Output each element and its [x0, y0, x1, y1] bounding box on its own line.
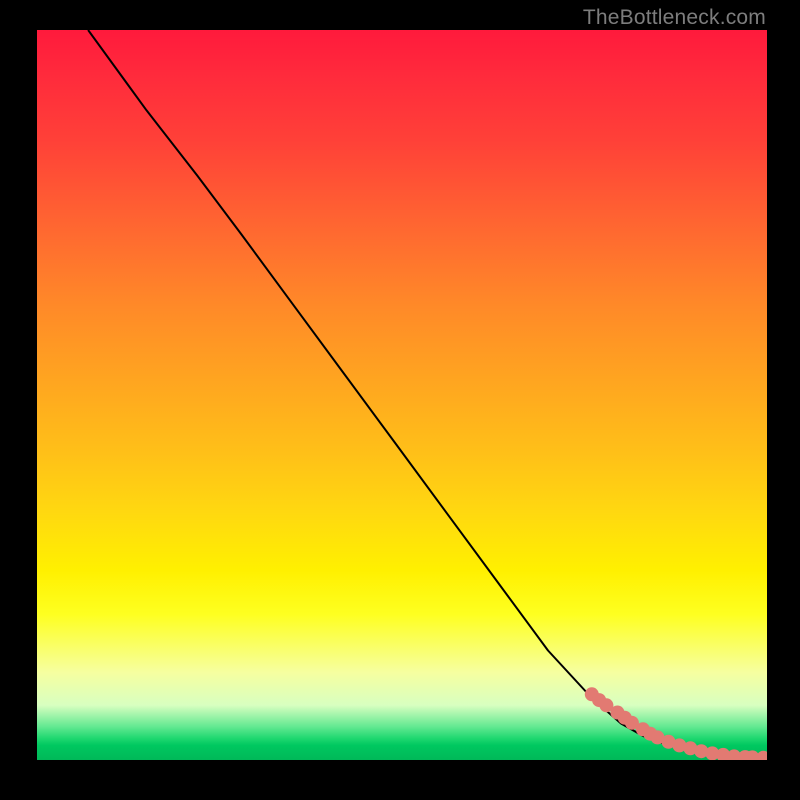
- marker-group: [585, 687, 767, 760]
- chart-frame: TheBottleneck.com: [0, 0, 800, 800]
- attribution-label: TheBottleneck.com: [583, 6, 766, 30]
- curve-line: [88, 30, 763, 758]
- plot-area: [37, 30, 767, 760]
- chart-overlay: [37, 30, 767, 760]
- data-point: [756, 751, 767, 760]
